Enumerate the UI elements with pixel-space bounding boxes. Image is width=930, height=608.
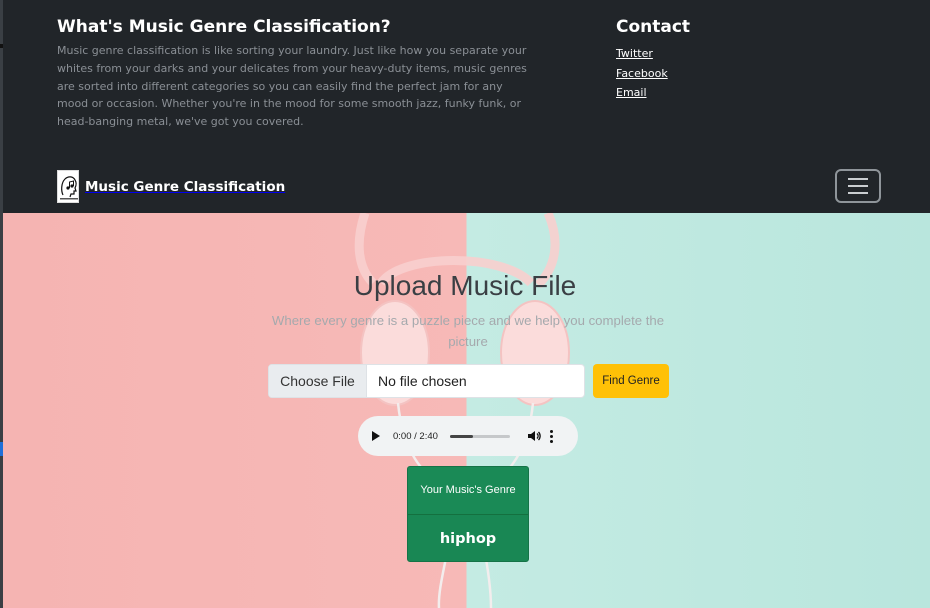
email-link[interactable]: Email — [616, 86, 647, 99]
contact-title: Contact — [616, 17, 691, 37]
result-header: Your Music's Genre — [408, 467, 528, 515]
more-options-icon[interactable] — [549, 429, 553, 443]
contact-section: Contact Twitter Facebook Email — [616, 16, 816, 102]
file-status: No file chosen — [378, 373, 467, 389]
hamburger-icon — [848, 178, 868, 180]
about-text: Music genre classification is like sorti… — [57, 44, 527, 129]
twitter-link[interactable]: Twitter — [616, 47, 653, 60]
music-head-logo-icon — [57, 170, 79, 203]
upload-subtitle: Where every genre is a puzzle piece and … — [271, 313, 665, 349]
play-icon[interactable] — [372, 431, 380, 441]
navbar-brand-text: Music Genre Classification — [85, 178, 286, 195]
navbar-toggler-button[interactable] — [835, 169, 881, 203]
genre-result-card: Your Music's Genre hiphop — [407, 466, 529, 562]
volume-icon[interactable] — [527, 429, 541, 443]
audio-seek-progress — [449, 434, 473, 438]
result-genre: hiphop — [439, 530, 497, 547]
about-title: What's Music Genre Classification? — [57, 17, 391, 37]
navbar-brand[interactable]: Music Genre Classification — [57, 170, 285, 203]
facebook-link[interactable]: Facebook — [616, 67, 668, 80]
edge-mark — [0, 44, 3, 48]
audio-player: 0:00 / 2:40 — [358, 416, 578, 456]
about-section: What's Music Genre Classification? Music… — [57, 16, 532, 131]
audio-seek-slider[interactable] — [449, 434, 510, 438]
audio-time: 0:00 / 2:40 — [393, 430, 438, 442]
file-input[interactable]: Choose File No file chosen — [268, 364, 585, 398]
contact-links: Twitter Facebook Email — [616, 43, 816, 102]
choose-file-button[interactable]: Choose File — [269, 365, 367, 397]
find-genre-button[interactable]: Find Genre — [593, 364, 669, 398]
upload-title: Upload Music File — [353, 270, 577, 301]
